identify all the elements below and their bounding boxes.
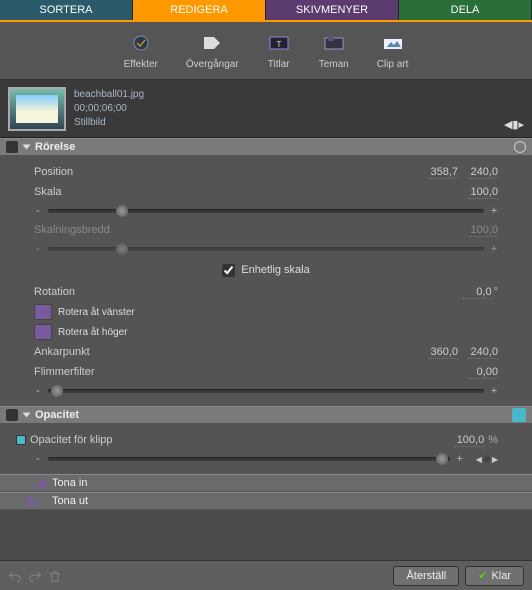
plus-icon: + bbox=[490, 205, 498, 217]
rotate-left-button[interactable]: Rotera åt vänster bbox=[34, 302, 498, 322]
rotate-right-icon bbox=[34, 324, 52, 340]
minus-icon: - bbox=[34, 205, 42, 217]
section-title: Opacitet bbox=[35, 409, 79, 421]
fade-in-icon bbox=[28, 478, 46, 488]
section-header-rorelse[interactable]: Rörelse bbox=[0, 138, 532, 156]
position-y[interactable]: 240,0 bbox=[468, 166, 498, 179]
rotate-right-label: Rotera åt höger bbox=[58, 327, 128, 338]
minus-icon: - bbox=[34, 453, 42, 465]
stopwatch-icon[interactable] bbox=[514, 141, 526, 153]
tona-ut-row[interactable]: Tona ut bbox=[0, 492, 532, 510]
keyframe-nav[interactable]: ◀▶ bbox=[476, 455, 498, 464]
tool-teman[interactable]: Teman bbox=[319, 31, 349, 70]
keyframe-icon[interactable] bbox=[16, 435, 26, 445]
footer: Återställ ✔Klar bbox=[0, 560, 532, 590]
slider-thumb[interactable] bbox=[51, 385, 63, 397]
redo-icon[interactable] bbox=[28, 569, 42, 583]
tab-skivmenyer[interactable]: SKIVMENYER bbox=[266, 0, 399, 20]
tool-overgangar[interactable]: Övergångar bbox=[186, 31, 239, 70]
clip-duration: 00;00;06;00 bbox=[74, 102, 144, 116]
tool-titlar[interactable]: T Titlar bbox=[267, 31, 291, 70]
plus-icon: + bbox=[456, 453, 464, 465]
plus-icon: + bbox=[490, 243, 498, 255]
eye-icon[interactable] bbox=[6, 141, 18, 153]
flimmer-label: Flimmerfilter bbox=[34, 366, 458, 378]
klar-button[interactable]: ✔Klar bbox=[465, 566, 524, 586]
tona-ut-label: Tona ut bbox=[52, 495, 88, 507]
opacitet-klipp-value[interactable]: 100,0 bbox=[454, 434, 484, 447]
eye-icon[interactable] bbox=[6, 409, 18, 421]
tool-label: Clip art bbox=[377, 59, 409, 70]
opacitet-klipp-label: Opacitet för klipp bbox=[30, 434, 444, 446]
tool-label: Övergångar bbox=[186, 59, 239, 70]
tool-clipart[interactable]: Clip art bbox=[377, 31, 409, 70]
clip-type: Stillbild bbox=[74, 116, 144, 130]
keyframe-toggle-icon[interactable] bbox=[512, 408, 526, 422]
trash-icon[interactable] bbox=[48, 569, 62, 583]
opacitet-slider[interactable] bbox=[48, 457, 450, 461]
rotate-left-label: Rotera åt vänster bbox=[58, 307, 135, 318]
rotate-right-button[interactable]: Rotera åt höger bbox=[34, 322, 498, 342]
enhetlig-skala-checkbox[interactable] bbox=[222, 264, 235, 277]
section-title: Rörelse bbox=[35, 141, 75, 153]
chevron-down-icon[interactable] bbox=[23, 413, 31, 418]
skala-value[interactable]: 100,0 bbox=[468, 186, 498, 199]
check-icon: ✔ bbox=[478, 569, 487, 582]
tool-label: Effekter bbox=[124, 59, 158, 70]
minus-icon: - bbox=[34, 385, 42, 397]
rotate-left-icon bbox=[34, 304, 52, 320]
svg-text:T: T bbox=[276, 40, 281, 49]
skalbredd-slider bbox=[48, 247, 484, 251]
titles-icon: T bbox=[267, 31, 291, 55]
ankarpunkt-label: Ankarpunkt bbox=[34, 346, 418, 358]
tona-in-label: Tona in bbox=[52, 477, 87, 489]
tab-sortera[interactable]: SORTERA bbox=[0, 0, 133, 20]
skala-label: Skala bbox=[34, 186, 458, 198]
plus-icon: + bbox=[490, 385, 498, 397]
clip-thumbnail bbox=[8, 87, 66, 131]
tool-effekter[interactable]: Effekter bbox=[124, 31, 158, 70]
transitions-icon bbox=[200, 31, 224, 55]
ankarpunkt-x[interactable]: 360,0 bbox=[428, 346, 458, 359]
position-x[interactable]: 358,7 bbox=[428, 166, 458, 179]
toolbar: Effekter Övergångar T Titlar Teman Clip … bbox=[0, 22, 532, 80]
effects-icon bbox=[129, 31, 153, 55]
fade-out-icon bbox=[28, 496, 46, 506]
aterstall-button[interactable]: Återställ bbox=[393, 566, 459, 586]
flimmer-value[interactable]: 0,00 bbox=[468, 366, 498, 379]
panel-opacitet: Opacitet för klipp 100,0 % - + ◀▶ bbox=[0, 424, 532, 474]
enhetlig-skala-label: Enhetlig skala bbox=[241, 264, 310, 276]
panel-rorelse: Position 358,7 240,0 Skala 100,0 - + Ska… bbox=[0, 156, 532, 406]
tona-in-row[interactable]: Tona in bbox=[0, 474, 532, 492]
ankarpunkt-y[interactable]: 240,0 bbox=[468, 346, 498, 359]
clip-name: beachball01.jpg bbox=[74, 88, 144, 102]
clipart-icon bbox=[381, 31, 405, 55]
skala-slider[interactable] bbox=[48, 209, 484, 213]
flimmer-slider[interactable] bbox=[48, 389, 484, 393]
tab-dela[interactable]: DELA bbox=[399, 0, 532, 20]
slider-thumb[interactable] bbox=[436, 453, 448, 465]
position-label: Position bbox=[34, 166, 418, 178]
skalbredd-label: Skalningsbredd bbox=[34, 224, 458, 236]
tool-label: Teman bbox=[319, 59, 349, 70]
tab-redigera[interactable]: REDIGERA bbox=[133, 0, 266, 20]
slider-thumb[interactable] bbox=[116, 205, 128, 217]
chevron-down-icon[interactable] bbox=[23, 145, 31, 150]
skalbredd-value: 100,0 bbox=[468, 224, 498, 237]
undo-icon[interactable] bbox=[8, 569, 22, 583]
minus-icon: - bbox=[34, 243, 42, 255]
rotation-label: Rotation bbox=[34, 286, 452, 298]
rotation-value[interactable]: 0,0 bbox=[462, 286, 492, 299]
clip-info: beachball01.jpg 00;00;06;00 Stillbild ◀▮… bbox=[0, 80, 532, 138]
tool-label: Titlar bbox=[268, 59, 290, 70]
opacitet-klipp-unit: % bbox=[488, 434, 498, 446]
slider-thumb bbox=[116, 243, 128, 255]
section-header-opacitet[interactable]: Opacitet bbox=[0, 406, 532, 424]
themes-icon bbox=[322, 31, 346, 55]
rotation-unit: ° bbox=[494, 286, 498, 298]
timecode-icon: ◀▮▸ bbox=[504, 118, 524, 131]
